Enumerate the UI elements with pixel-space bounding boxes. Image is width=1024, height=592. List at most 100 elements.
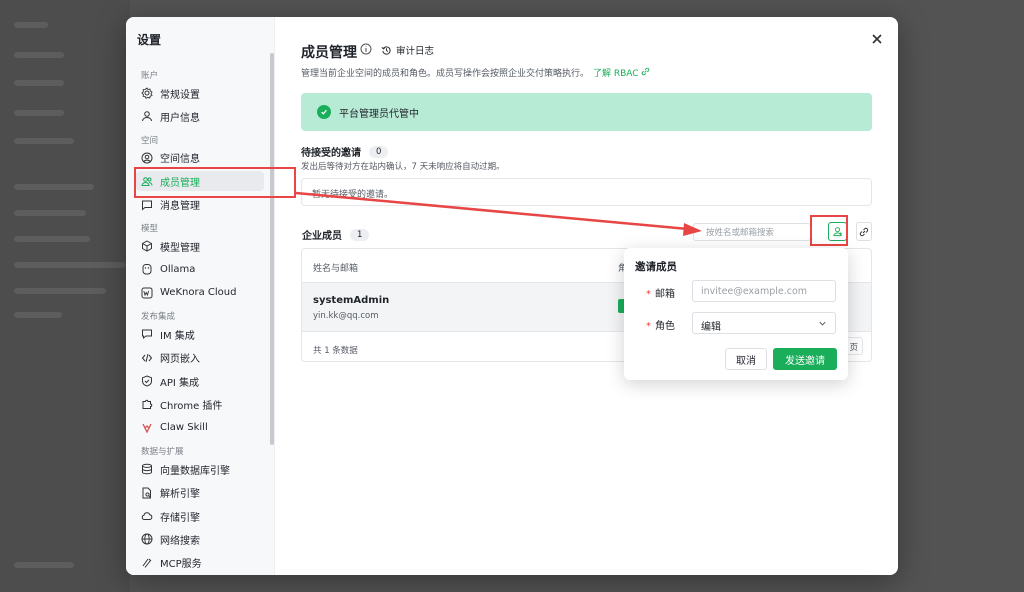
email-label: * 邮箱 [646,285,675,300]
pending-description: 发出后等待对方在站内确认，7 天未响应将自动过期。 [301,162,505,172]
sidebar-item-label: 用户信息 [160,112,200,124]
sidebar-item-code[interactable]: 网页嵌入 [136,348,264,368]
gear-icon [140,86,154,100]
settings-title: 设置 [137,33,162,47]
sidebar-item-label: 存储引擎 [160,512,200,524]
chat-icon [140,327,154,341]
sidebar-item-label: MCP服务 [160,559,202,571]
claw-icon [140,421,154,435]
check-circle-icon [317,105,331,119]
sidebar-item-label: 向量数据库引擎 [160,465,230,477]
sidebar-item-label: WeKnora Cloud [160,287,237,299]
sidebar-item-label: 常规设置 [160,89,200,101]
message-icon [140,198,154,212]
sidebar-item-ollama[interactable]: Ollama [136,259,264,279]
code-icon [140,351,154,365]
email-field[interactable]: invitee@example.com [692,280,836,302]
description-text: 管理当前企业空间的成员和角色。成员写操作会按照企业交付策略执行。 [301,69,590,79]
member-email: yin.kk@qq.com [313,311,379,321]
member-search-input[interactable]: 按姓名或邮箱搜索 [693,223,811,241]
send-invite-button[interactable]: 发送邀请 [773,348,837,370]
member-name: systemAdmin [313,295,390,306]
cloud-icon [140,509,154,523]
sidebar-item-user-circle[interactable]: 空间信息 [136,148,264,168]
sidebar-item-label: 网络搜索 [160,535,200,547]
cancel-button[interactable]: 取消 [725,348,767,370]
annotation-highlight-invite [810,215,848,246]
role-label: * 角色 [646,317,675,332]
puzzle-icon [140,397,154,411]
nav-group-label: 发布集成 [141,312,176,323]
sidebar-item-cube[interactable]: 模型管理 [136,236,264,256]
annotation-highlight-nav [134,167,296,198]
pending-invites-title: 待接受的邀请 0 [301,144,389,159]
sidebar-item-mcp[interactable]: MCP服务 [136,553,264,573]
nav-group-label: 空间 [141,135,159,146]
sidebar-item-cloud[interactable]: 存储引擎 [136,506,264,526]
audit-log-link[interactable]: 审计日志 [381,43,434,57]
invite-member-popover: 邀请成员 * 邮箱 invitee@example.com * 角色 编辑 取消 发… [624,248,848,380]
settings-sidebar: 设置 账户 常规设置 用户信息 空间 空间信息 成员管理 消息管理 模型 模型管理 Ollama W… [126,17,275,575]
nav-group-label: 数据与扩展 [141,447,184,458]
settings-nav-list: 账户 常规设置 用户信息 空间 空间信息 成员管理 消息管理 模型 模型管理 Ollama WeKn… [126,61,275,575]
external-link-icon [642,67,650,76]
sidebar-item-label: API 集成 [160,377,199,389]
sidebar-item-label: 模型管理 [160,242,200,254]
sidebar-item-label: 网页嵌入 [160,354,200,366]
globe-icon [140,532,154,546]
column-name-email: 姓名与邮箱 [313,264,359,274]
audit-log-label: 审计日志 [396,46,435,57]
cube-icon [140,239,154,253]
sidebar-item-globe[interactable]: 网络搜索 [136,529,264,549]
ollama-icon [140,262,154,276]
database-icon [140,462,154,476]
user-circle-icon [140,151,154,165]
sidebar-item-doc-search[interactable]: 解析引擎 [136,483,264,503]
rbac-link[interactable]: 了解 RBAC [593,67,650,79]
role-label-text: 角色 [655,321,675,332]
role-select[interactable]: 编辑 [692,312,836,334]
sidebar-item-shield[interactable]: API 集成 [136,371,264,391]
table-total: 共 1 条数据 [313,346,358,356]
rbac-link-label: 了解 RBAC [593,69,639,79]
close-button[interactable] [870,33,884,47]
close-icon [872,34,882,44]
sidebar-item-label: Ollama [160,263,196,275]
popover-title: 邀请成员 [635,261,677,273]
invite-link-button[interactable] [856,222,872,241]
weknora-icon [140,286,154,300]
sidebar-item-label: 消息管理 [160,201,200,213]
email-label-text: 邮箱 [655,289,675,300]
doc-search-icon [140,486,154,500]
sidebar-item-chat[interactable]: IM 集成 [136,324,264,344]
shield-icon [140,374,154,388]
pending-title-label: 待接受的邀请 [301,148,361,159]
members-title: 企业成员 1 [302,227,370,242]
required-mark: * [646,321,651,332]
sidebar-item-label: Claw Skill [160,422,208,434]
sidebar-item-puzzle[interactable]: Chrome 插件 [136,394,264,414]
nav-group-label: 模型 [141,224,159,234]
sidebar-item-weknora[interactable]: WeKnora Cloud [136,283,264,303]
sidebar-item-database[interactable]: 向量数据库引擎 [136,459,264,479]
mcp-icon [140,556,154,570]
page-description: 管理当前企业空间的成员和角色。成员写操作会按照企业交付策略执行。 了解 RBAC [301,66,650,79]
user-icon [140,109,154,123]
nav-group-label: 账户 [141,71,159,81]
info-icon[interactable] [360,43,372,55]
admin-managed-banner: 平台管理员代管中 [301,93,872,131]
sidebar-item-label: 解析引擎 [160,489,200,501]
role-selected-value: 编辑 [701,322,721,333]
required-mark: * [646,289,651,300]
page-title: 成员管理 [301,45,357,61]
sidebar-item-label: 空间信息 [160,154,200,166]
sidebar-item-user[interactable]: 用户信息 [136,106,264,126]
sidebar-item-claw[interactable]: Claw Skill [136,418,264,438]
history-icon [381,45,391,55]
members-title-label: 企业成员 [302,231,342,242]
sidebar-item-gear[interactable]: 常规设置 [136,83,264,103]
members-count-badge: 1 [350,228,370,241]
link-icon [859,227,869,236]
sidebar-item-label: IM 集成 [160,330,195,342]
chevron-down-icon [819,321,826,326]
